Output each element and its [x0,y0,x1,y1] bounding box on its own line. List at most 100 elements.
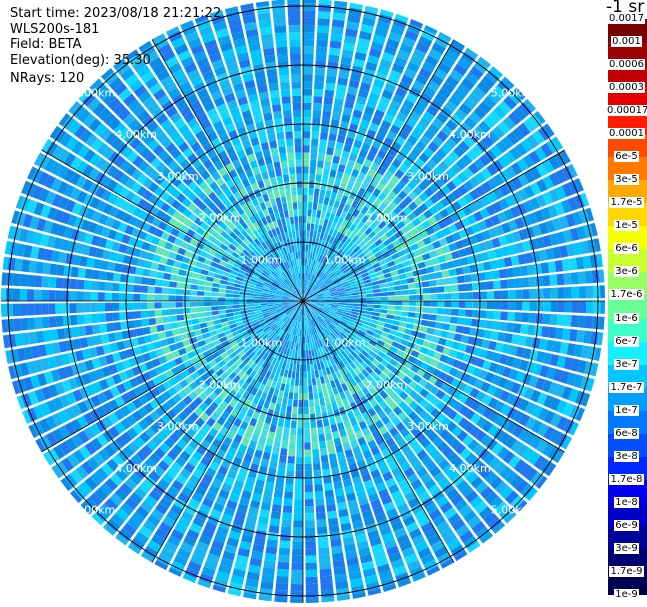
ray-gate [264,553,277,562]
ray-gate [303,24,315,33]
ray-gate [204,286,212,292]
ray-gate [297,414,303,422]
ray-gate [274,432,282,441]
ray-gate [490,330,499,341]
ray-gate [147,302,155,310]
ray-gate [280,448,288,456]
ray-gate [154,309,163,317]
ray-gate [308,244,312,252]
ray-gate [205,281,213,287]
ray-gate [308,349,312,358]
ray-gate [133,284,141,293]
ray-gate [446,331,456,340]
ray-gate [484,271,493,281]
ray-gate [315,217,320,225]
ray-gate [192,324,201,331]
ray-gate [507,278,515,289]
ray-gate [263,560,276,569]
ray-gate [290,598,303,603]
ray-gate [303,194,308,202]
ray-gate [62,290,70,301]
ray-gate [493,301,502,310]
ray-gate [297,428,303,436]
ray-gate [324,161,332,170]
ray-gate [303,180,309,188]
ray-gate [294,385,299,393]
ray-gate [105,282,113,291]
ray-gate [328,54,340,63]
ray-gate [309,413,316,422]
ray-gate [411,330,420,338]
ray-gate [428,279,437,287]
ray-gate [282,505,293,514]
ray-gate [303,0,316,4]
ray-gate [41,289,49,301]
ray-gate [1,288,6,301]
ray-gate [308,385,313,393]
ray-gate [311,138,319,146]
ray-gate [193,267,202,274]
ray-gate [279,412,286,420]
ray-gate [292,548,303,556]
ray-gate [175,302,183,308]
ray-gate [419,326,428,333]
ray-gate [33,289,42,301]
ray-gate [119,311,127,321]
ray-gate [520,323,529,335]
ray-gate [326,183,334,192]
ray-gate [352,306,360,310]
ray-gate [19,303,28,316]
ray-gate [521,277,530,288]
ray-gate [147,294,155,301]
ray-gate [303,152,310,160]
ray-gate [543,301,551,312]
ray-gate [62,315,71,327]
ray-gate [270,176,277,185]
ray-gate [294,378,299,386]
ray-gate [265,438,274,447]
ray-gate [133,311,142,319]
ray-gate [198,279,206,286]
ray-gate [204,306,212,312]
ray-gate [500,279,508,289]
ray-gate [444,301,452,308]
ray-gate [265,185,273,194]
ray-gate [332,105,343,114]
ray-gate [387,305,395,310]
ray-gate [303,173,309,181]
ray-gate [326,68,338,77]
ray-gate [319,447,328,456]
ray-gate [591,269,600,284]
ray-gate [113,321,122,331]
ray-gate [207,271,216,278]
ray-gate [69,278,78,290]
ray-gate [317,426,325,435]
ray-gate [326,403,333,412]
ray-gate [457,317,465,325]
ray-gate [314,74,325,83]
ray-gate [253,296,261,299]
ray-gate [316,167,323,175]
ray-gate [434,271,443,279]
ray-gate [465,301,473,309]
ray-gate [534,325,543,337]
ray-gate [486,301,495,310]
ray-gate [293,520,303,528]
ray-gate [303,187,308,195]
ray-gate [140,285,148,293]
ray-gate [550,301,558,312]
ray-gate [373,304,381,309]
ray-gate [271,183,279,192]
ray-gate [90,302,98,313]
ray-gate [295,463,303,471]
ray-gate [316,526,328,535]
ray-gate [118,302,127,311]
ray-gate [232,304,240,309]
ray-gate [571,286,580,299]
ray-gate [479,291,488,300]
ray-gate [225,301,233,306]
ray-gate [457,283,466,292]
ray-gate [189,307,198,313]
ray-gate [197,307,205,313]
ray-gate [305,597,319,603]
